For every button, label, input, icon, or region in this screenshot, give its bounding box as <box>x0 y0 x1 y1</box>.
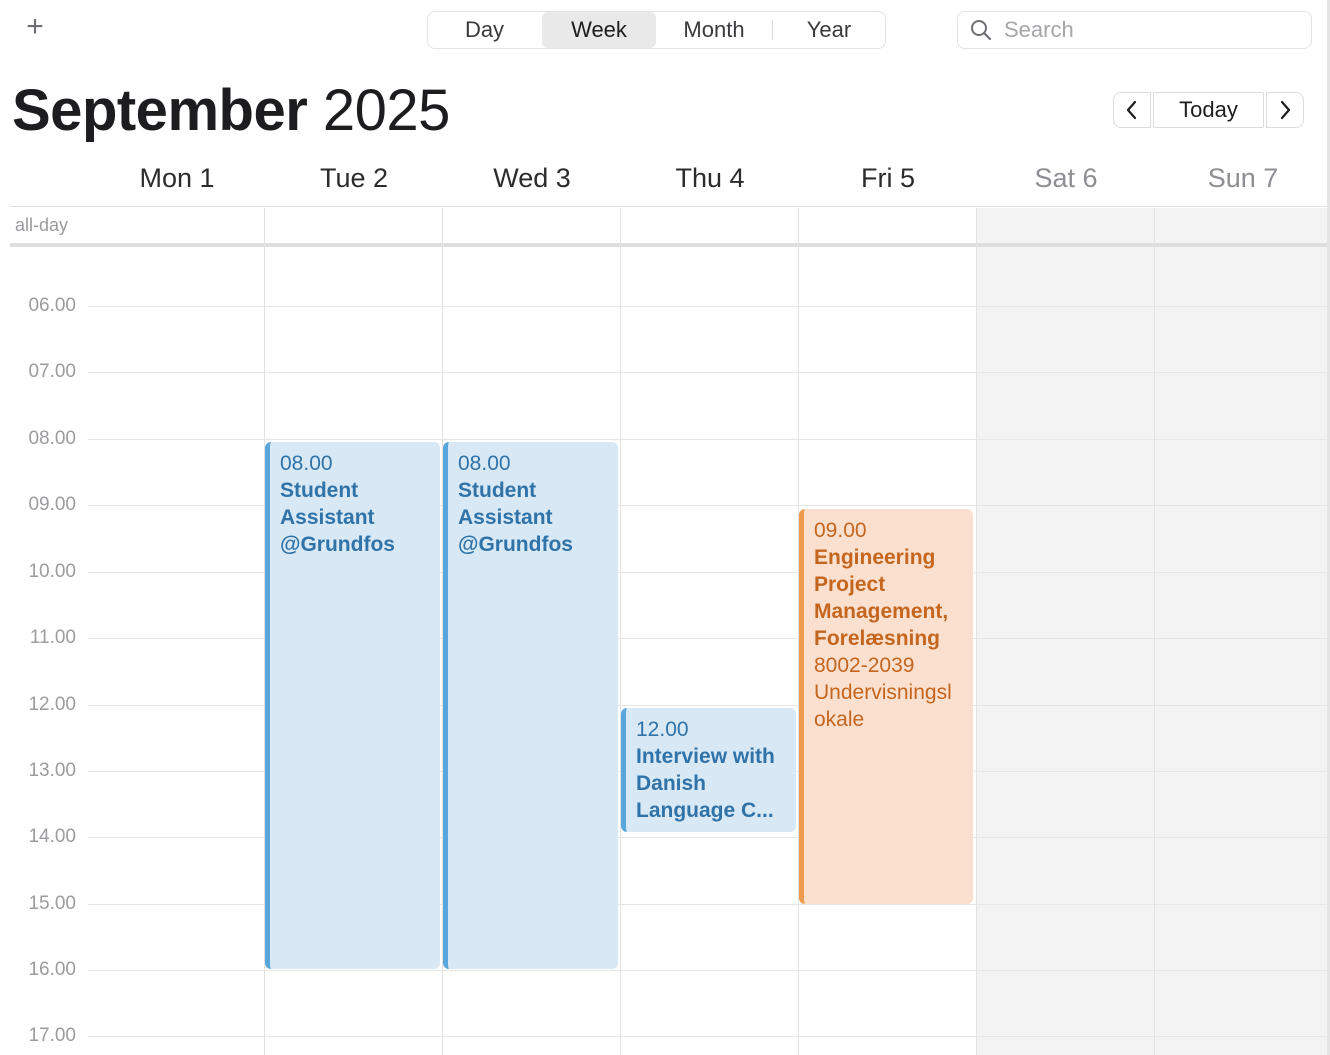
time-label: 08.00 <box>28 428 76 449</box>
previous-week-button[interactable] <box>1113 92 1151 128</box>
all-day-label: all-day <box>15 215 69 235</box>
title-year: 2025 <box>322 78 451 143</box>
day-header-wed[interactable]: Wed 3 <box>443 160 621 196</box>
day-divider <box>976 208 977 1055</box>
chevron-right-icon <box>1280 100 1291 120</box>
event-time: 08.00 <box>280 452 333 475</box>
add-event-button[interactable]: + <box>22 12 48 42</box>
event-title-line: Management, <box>814 600 949 623</box>
time-label: 10.00 <box>28 561 76 582</box>
hour-line <box>88 439 1328 440</box>
chevron-left-icon <box>1126 100 1137 120</box>
calendar-event[interactable]: 08.00 Student Assistant @Grundfos <box>265 442 440 969</box>
day-divider <box>620 208 621 1055</box>
event-location-line: 8002-2039 <box>814 654 915 677</box>
search-field[interactable] <box>957 11 1312 49</box>
event-title-line: Student <box>458 479 537 502</box>
day-header-tue[interactable]: Tue 2 <box>265 160 443 196</box>
day-header-mon[interactable]: Mon 1 <box>88 160 266 196</box>
event-title-line: Student <box>280 479 359 502</box>
event-title-line: Language C... <box>636 799 774 822</box>
event-time: 09.00 <box>814 519 867 542</box>
day-header-thu[interactable]: Thu 4 <box>621 160 799 196</box>
search-icon <box>971 20 992 41</box>
event-title-line: Interview with <box>636 745 775 768</box>
today-button[interactable]: Today <box>1153 92 1264 128</box>
search-input[interactable] <box>1004 16 1294 44</box>
day-divider <box>1154 208 1155 1055</box>
time-label: 06.00 <box>28 295 76 316</box>
day-header-fri[interactable]: Fri 5 <box>799 160 977 196</box>
hour-line <box>88 970 1328 971</box>
time-label: 16.00 <box>28 959 76 980</box>
event-title-line: Forelæsning <box>814 627 941 650</box>
event-title-line: @Grundfos <box>458 533 573 556</box>
time-label: 12.00 <box>28 694 76 715</box>
next-week-button[interactable] <box>1266 92 1304 128</box>
calendar-event[interactable]: 09.00 Engineering Project Management, Fo… <box>799 509 973 904</box>
event-title-line: Assistant <box>458 506 553 529</box>
event-time: 08.00 <box>458 452 511 475</box>
day-header-sat[interactable]: Sat 6 <box>977 160 1155 196</box>
time-label: 13.00 <box>28 760 76 781</box>
page-title: September 2025 <box>12 78 450 144</box>
event-title-line: Project <box>814 573 886 596</box>
view-day-button[interactable]: Day <box>428 12 541 48</box>
time-label: 17.00 <box>28 1025 76 1046</box>
weekend-background <box>977 208 1328 1055</box>
event-title-line: Assistant <box>280 506 375 529</box>
time-label: 11.00 <box>29 627 76 648</box>
event-location-line: Undervisningsl <box>814 681 952 704</box>
time-label: 07.00 <box>28 361 76 382</box>
time-label: 09.00 <box>28 494 76 515</box>
time-label: 14.00 <box>28 826 76 847</box>
event-location-line: okale <box>814 708 865 731</box>
calendar-event[interactable]: 08.00 Student Assistant @Grundfos <box>443 442 618 969</box>
hour-line <box>88 1036 1328 1037</box>
calendar-event[interactable]: 12.00 Interview with Danish Language C..… <box>621 708 796 832</box>
hour-line <box>88 306 1328 307</box>
view-month-button[interactable]: Month <box>657 12 771 48</box>
event-title-line: @Grundfos <box>280 533 395 556</box>
hour-line <box>88 372 1328 373</box>
all-day-separator <box>10 243 1328 247</box>
view-year-button[interactable]: Year <box>773 12 885 48</box>
event-title-line: Engineering <box>814 546 936 569</box>
view-switcher: Day Week Month Year <box>427 11 886 49</box>
header-divider <box>10 206 1328 207</box>
event-title-line: Danish <box>636 772 707 795</box>
title-month: September <box>12 78 308 143</box>
event-time: 12.00 <box>636 718 689 741</box>
day-header-sun[interactable]: Sun 7 <box>1154 160 1330 196</box>
view-week-button[interactable]: Week <box>542 12 656 48</box>
time-label: 15.00 <box>28 893 76 914</box>
